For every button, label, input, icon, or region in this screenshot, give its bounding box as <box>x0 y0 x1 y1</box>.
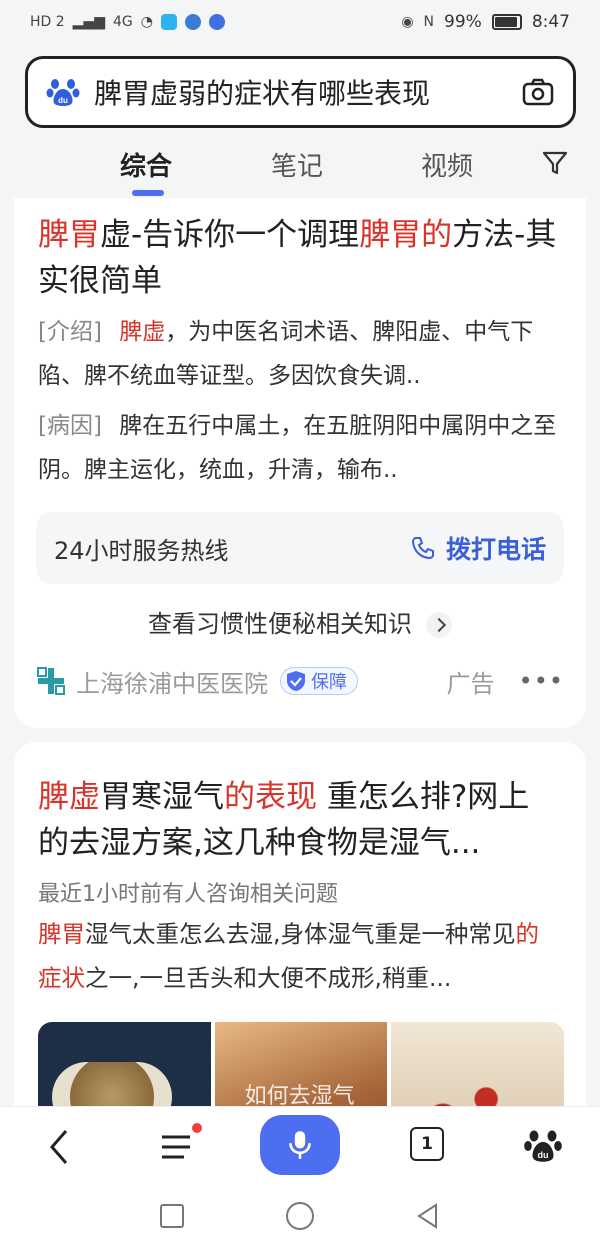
search-app-icon <box>160 14 177 30</box>
baidu-app-icon <box>208 14 225 30</box>
battery-percent: 99% <box>444 12 482 32</box>
related-knowledge-link[interactable]: 查看习惯性便秘相关知识 <box>14 604 586 639</box>
voice-search-button[interactable] <box>260 1115 340 1175</box>
guarantee-badge[interactable]: 保障 <box>280 667 358 695</box>
hospital-logo-icon <box>36 666 66 696</box>
camera-icon[interactable] <box>521 75 555 109</box>
hotline-label: 24小时服务热线 <box>54 536 229 565</box>
hd-indicator: HD 2 <box>30 14 65 30</box>
call-label: 拨打电话 <box>445 535 546 564</box>
result-title[interactable]: 脾胃虚-告诉你一个调理脾胃的方法-其实很简单 <box>38 212 558 304</box>
search-input[interactable]: 脾胃虚弱的症状有哪些表现 <box>94 72 430 112</box>
related-knowledge-label: 查看习惯性便秘相关知识 <box>148 610 412 638</box>
eye-icon: ◉ <box>401 14 414 30</box>
chevron-right-icon <box>426 612 452 638</box>
bottom-toolbar: 1 du <box>0 1106 600 1186</box>
result-tabs: 综合 笔记 视频 <box>0 134 600 198</box>
snippet-highlight: 脾胃 <box>38 920 85 948</box>
call-button[interactable]: 拨打电话 <box>410 530 546 566</box>
more-dots-icon[interactable]: ••• <box>519 667 564 695</box>
result-source: 上海徐浦中医医院 保障 广告 ••• <box>36 664 564 698</box>
microphone-icon <box>289 1131 311 1159</box>
tab-notes[interactable]: 笔记 <box>271 146 323 183</box>
shield-check-icon <box>287 671 305 691</box>
title-highlight: 脾虚 <box>38 779 100 815</box>
baidu-paw-icon: du <box>46 75 80 109</box>
snippet-text: 之一,一旦舌头和大便不成形,稍重... <box>85 964 452 992</box>
tab-videos[interactable]: 视频 <box>421 146 473 183</box>
baidu-home-icon[interactable]: du <box>524 1127 562 1165</box>
system-navigation-bar <box>0 1186 600 1247</box>
notification-dot <box>192 1123 202 1133</box>
guarantee-label: 保障 <box>311 672 347 693</box>
ad-label: 广告 <box>446 669 495 698</box>
intro-highlight: 脾虚 <box>119 319 166 345</box>
system-back-button[interactable] <box>414 1202 442 1230</box>
search-box[interactable]: du 脾胃虚弱的症状有哪些表现 <box>25 56 576 128</box>
intro-text: ，为中医名词术语、脾阳虚、中气下陷、脾不统血等证型。多因饮食失调.. <box>38 319 534 389</box>
result-intro: [介绍] 脾虚，为中医名词术语、脾阳虚、中气下陷、脾不统血等证型。多因饮食失调.… <box>38 310 558 398</box>
home-button[interactable] <box>286 1202 314 1230</box>
back-button[interactable] <box>44 1127 74 1167</box>
menu-button[interactable] <box>158 1123 202 1167</box>
title-text: 胃寒湿气 <box>100 779 224 815</box>
recent-apps-button[interactable] <box>160 1204 184 1228</box>
result-card[interactable]: 脾虚胃寒湿气的表现 重怎么排?网上的去湿方案,这几种食物是湿气... 最近1小时… <box>14 742 586 1162</box>
triangle-back-icon <box>417 1203 437 1229</box>
tabs-count-button[interactable]: 1 <box>410 1127 444 1161</box>
wifi-icon: ◔ <box>140 14 153 30</box>
title-highlight: 脾胃 <box>38 217 100 253</box>
cause-text: 脾在五行中属土，在五脏阴阳中属阴中之至阴。脾主运化，统血，升清，输布.. <box>38 413 557 483</box>
tab-all[interactable]: 综合 <box>120 146 172 183</box>
result-title[interactable]: 脾虚胃寒湿气的表现 重怎么排?网上的去湿方案,这几种食物是湿气... <box>38 774 558 866</box>
active-tab-indicator <box>132 190 164 196</box>
clock: 8:47 <box>531 12 570 32</box>
svg-text:du: du <box>58 96 68 105</box>
nfc-icon: N <box>423 14 435 30</box>
signal-icon: ▂▄▆ <box>72 14 105 30</box>
cause-tag: [病因] <box>38 413 102 439</box>
browser-app-icon <box>184 14 201 30</box>
network-type: 4G <box>112 14 133 30</box>
result-meta: 最近1小时前有人咨询相关问题 <box>38 882 338 907</box>
result-cause: [病因] 脾在五行中属土，在五脏阴阳中属阴中之至阴。脾主运化，统血，升清，输布.… <box>38 404 558 492</box>
title-text: 虚-告诉你一个调理 <box>100 217 360 253</box>
snippet-text: 湿气太重怎么去湿,身体湿气重是一种常见 <box>85 920 516 948</box>
hotline-bar[interactable]: 24小时服务热线 拨打电话 <box>36 512 564 584</box>
source-name[interactable]: 上海徐浦中医医院 <box>76 664 268 699</box>
title-highlight: 脾胃的 <box>359 217 453 253</box>
title-highlight: 的表现 <box>224 779 317 815</box>
phone-icon <box>411 537 434 560</box>
status-bar: HD 2 ▂▄▆ 4G ◔ ◉ N 99% 8:47 <box>0 0 600 44</box>
filter-icon[interactable] <box>540 148 570 178</box>
chevron-left-icon <box>50 1130 68 1164</box>
intro-tag: [介绍] <box>38 319 102 345</box>
result-snippet: 脾胃湿气太重怎么去湿,身体湿气重是一种常见的症状之一,一旦舌头和大便不成形,稍重… <box>38 912 558 1000</box>
battery-icon <box>491 14 522 30</box>
svg-text:du: du <box>538 1150 549 1160</box>
result-card-ad[interactable]: 脾胃虚-告诉你一个调理脾胃的方法-其实很简单 [介绍] 脾虚，为中医名词术语、脾… <box>14 198 586 728</box>
menu-icon <box>162 1135 190 1159</box>
